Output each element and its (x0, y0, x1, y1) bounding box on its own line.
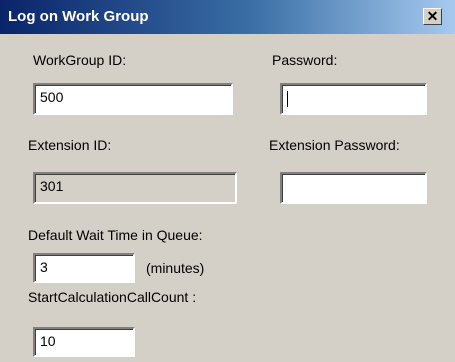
close-button[interactable]: ✕ (423, 8, 442, 25)
log-on-work-group-dialog: Log on Work Group ✕ WorkGroup ID: 500 Pa… (0, 0, 455, 362)
start-calc-call-count-label: StartCalculationCallCount : (28, 289, 197, 305)
workgroup-id-input[interactable]: 500 (33, 83, 233, 115)
extension-password-label: Extension Password: (269, 137, 400, 153)
extension-id-label: Extension ID: (28, 137, 112, 153)
workgroup-id-label: WorkGroup ID: (33, 52, 127, 68)
default-wait-time-value: 3 (40, 259, 48, 275)
password-input[interactable] (280, 83, 427, 115)
default-wait-time-input[interactable]: 3 (33, 253, 135, 283)
window-title: Log on Work Group (8, 8, 149, 25)
workgroup-id-value: 500 (40, 89, 64, 105)
start-calc-call-count-input[interactable]: 10 (33, 327, 135, 357)
text-caret (287, 91, 288, 107)
password-label: Password: (272, 52, 338, 68)
start-calc-call-count-value: 10 (40, 333, 56, 349)
extension-password-input[interactable] (280, 172, 427, 204)
minutes-unit-label: (minutes) (146, 260, 205, 276)
default-wait-time-label: Default Wait Time in Queue: (28, 227, 203, 243)
extension-id-value: 301 (40, 178, 64, 194)
extension-id-input[interactable]: 301 (33, 172, 237, 204)
title-bar: Log on Work Group ✕ (0, 0, 455, 34)
close-icon: ✕ (426, 8, 439, 24)
